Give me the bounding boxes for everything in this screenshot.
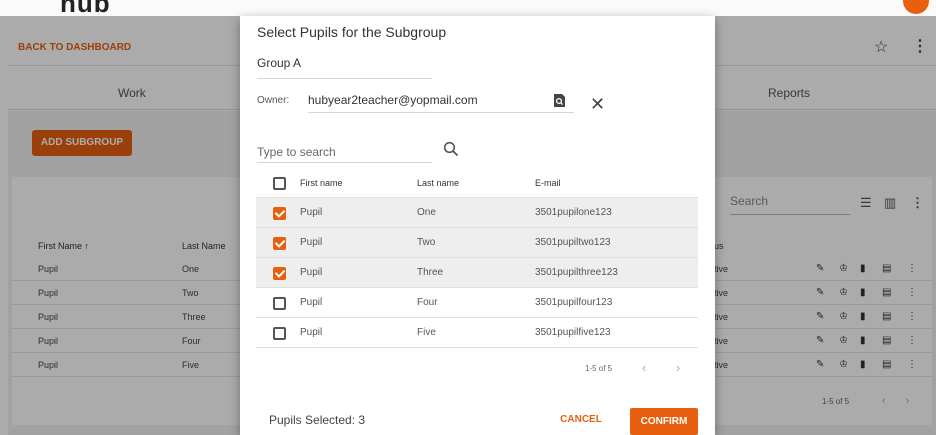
last-name-cell: Three xyxy=(417,267,444,278)
lookup-icon[interactable] xyxy=(553,94,566,107)
confirm-button[interactable]: CONFIRM xyxy=(630,408,698,435)
first-name-cell: Pupil xyxy=(300,207,323,218)
app-header: hub xyxy=(0,0,936,16)
group-name-field[interactable]: Group A xyxy=(257,56,432,79)
owner-value: hubyear2teacher@yopmail.com xyxy=(308,93,478,107)
pupil-search-input[interactable] xyxy=(257,142,432,162)
chevron-right-icon[interactable]: › xyxy=(676,360,680,375)
owner-field[interactable]: hubyear2teacher@yopmail.com xyxy=(308,92,574,113)
pupil-selection-table: First name Last name E-mail Pupil One 35… xyxy=(256,168,698,348)
last-name-cell: Four xyxy=(417,297,438,308)
email-cell: 3501pupilfive123 xyxy=(535,327,611,338)
avatar[interactable] xyxy=(903,0,929,14)
cancel-button[interactable]: CANCEL xyxy=(553,408,609,432)
first-name-cell: Pupil xyxy=(300,297,323,308)
email-cell: 3501pupiltwo123 xyxy=(535,237,611,248)
column-header-first-name: First name xyxy=(300,178,343,188)
chevron-left-icon[interactable]: ‹ xyxy=(642,360,646,375)
owner-label: Owner: xyxy=(257,95,290,106)
table-row[interactable]: Pupil Four 3501pupilfour123 xyxy=(256,288,698,318)
email-cell: 3501pupilone123 xyxy=(535,207,612,218)
last-name-cell: One xyxy=(417,207,436,218)
search-icon[interactable] xyxy=(443,141,459,157)
dialog-title: Select Pupils for the Subgroup xyxy=(257,24,447,40)
first-name-cell: Pupil xyxy=(300,237,323,248)
checkbox-icon[interactable] xyxy=(273,297,286,310)
pupil-search-field[interactable] xyxy=(257,142,432,163)
table-header-row: First name Last name E-mail xyxy=(256,168,698,198)
select-all-checkbox[interactable] xyxy=(273,177,286,190)
table-row[interactable]: Pupil Five 3501pupilfive123 xyxy=(256,318,698,348)
checkbox-icon[interactable] xyxy=(273,207,286,220)
table-row[interactable]: Pupil Three 3501pupilthree123 xyxy=(256,258,698,288)
table-row[interactable]: Pupil One 3501pupilone123 xyxy=(256,198,698,228)
pupils-selected-count: Pupils Selected: 3 xyxy=(269,413,366,427)
table-row[interactable]: Pupil Two 3501pupiltwo123 xyxy=(256,228,698,258)
close-icon[interactable]: ✕ xyxy=(590,95,605,113)
checkbox-icon[interactable] xyxy=(273,237,286,250)
checkbox-icon[interactable] xyxy=(273,327,286,340)
select-pupils-dialog: Select Pupils for the Subgroup Group A O… xyxy=(240,16,715,435)
email-cell: 3501pupilthree123 xyxy=(535,267,618,278)
last-name-cell: Five xyxy=(417,327,436,338)
column-header-email: E-mail xyxy=(535,178,561,188)
first-name-cell: Pupil xyxy=(300,327,323,338)
pagination-info: 1-5 of 5 xyxy=(585,364,613,373)
first-name-cell: Pupil xyxy=(300,267,323,278)
last-name-cell: Two xyxy=(417,237,436,248)
column-header-last-name: Last name xyxy=(417,178,460,188)
app-logo: hub xyxy=(60,0,111,16)
email-cell: 3501pupilfour123 xyxy=(535,297,613,308)
checkbox-icon[interactable] xyxy=(273,267,286,280)
